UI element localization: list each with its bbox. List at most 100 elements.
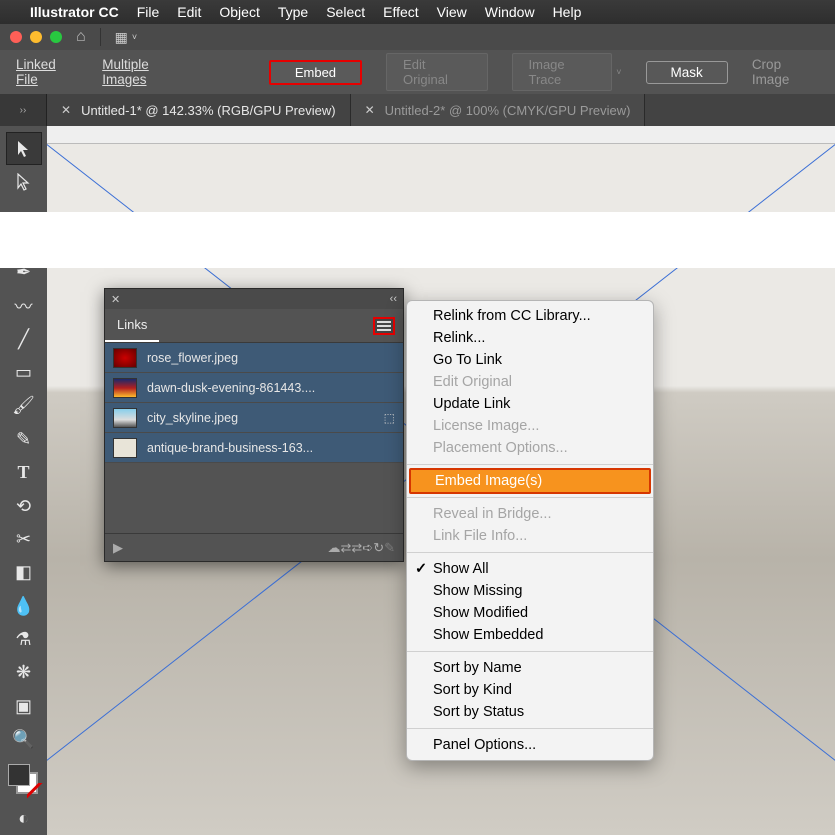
menu-type[interactable]: Type (278, 4, 308, 20)
expand-panels-icon[interactable]: ›› (0, 94, 47, 126)
menu-show-embedded[interactable]: Show Embedded (407, 624, 653, 646)
menu-separator (407, 651, 653, 652)
link-status-icon: ⬚ (384, 411, 395, 425)
menu-placement-options: Placement Options... (407, 437, 653, 459)
eraser-tool-icon[interactable]: ◧ (6, 556, 42, 589)
link-filename: dawn-dusk-evening-861443.... (147, 381, 395, 395)
thumbnail-icon (113, 348, 137, 368)
symbol-sprayer-icon[interactable]: ❋ (6, 656, 42, 689)
menu-relink-cc[interactable]: Relink from CC Library... (407, 305, 653, 327)
eyedropper-tool-icon[interactable]: 💧 (6, 589, 42, 622)
rotate-tool-icon[interactable]: ⟲ (6, 489, 42, 522)
divider (100, 28, 101, 46)
collapse-panel-icon[interactable]: ‹‹ (390, 293, 397, 305)
menu-license-image: License Image... (407, 415, 653, 437)
goto-link-icon[interactable]: ➪ (362, 540, 373, 556)
menu-relink[interactable]: Relink... (407, 327, 653, 349)
menu-sort-status[interactable]: Sort by Status (407, 701, 653, 723)
document-tab-active[interactable]: ✕ Untitled-1* @ 142.33% (RGB/GPU Preview… (47, 94, 351, 126)
menu-sort-kind[interactable]: Sort by Kind (407, 679, 653, 701)
link-row[interactable]: antique-brand-business-163... (105, 433, 403, 463)
update-link-icon[interactable]: ↻ (373, 540, 384, 556)
menu-embed-images[interactable]: Embed Image(s) (409, 468, 651, 494)
line-tool-icon[interactable]: ╱ (6, 322, 42, 355)
tab-label: Untitled-1* @ 142.33% (RGB/GPU Preview) (81, 103, 336, 118)
menu-separator (407, 728, 653, 729)
menu-window[interactable]: Window (485, 4, 535, 20)
link-filename: antique-brand-business-163... (147, 441, 395, 455)
edit-original-button: Edit Original (386, 53, 487, 91)
link-row[interactable]: rose_flower.jpeg (105, 343, 403, 373)
panel-empty-area (105, 463, 403, 533)
home-icon[interactable]: ⌂ (76, 28, 86, 46)
show-details-icon[interactable]: ▶ (113, 540, 123, 556)
crop-image-button: Crop Image (752, 57, 819, 87)
menu-link-file-info: Link File Info... (407, 525, 653, 547)
blend-tool-icon[interactable]: ⚗ (6, 623, 42, 656)
links-tab[interactable]: Links (105, 309, 159, 342)
menu-show-missing[interactable]: Show Missing (407, 580, 653, 602)
app-name[interactable]: Illustrator CC (30, 4, 119, 20)
rectangle-tool-icon[interactable]: ▭ (6, 356, 42, 389)
thumbnail-icon (113, 438, 137, 458)
image-trace-button[interactable]: Image Trace˅ (512, 53, 622, 91)
menu-goto-link[interactable]: Go To Link (407, 349, 653, 371)
panel-footer: ▶ ☁⇄ ⇄ ➪ ↻ ✎ (105, 533, 403, 561)
direct-selection-tool-icon[interactable] (6, 165, 42, 198)
curvature-tool-icon[interactable]: 〰 (6, 289, 42, 322)
mask-button[interactable]: Mask (646, 61, 728, 84)
scissors-tool-icon[interactable]: ✂ (6, 523, 42, 556)
menu-update-link[interactable]: Update Link (407, 393, 653, 415)
panel-menu-icon[interactable] (373, 317, 395, 335)
relink-icon[interactable]: ⇄ (351, 540, 362, 556)
traffic-minimize-icon[interactable] (30, 31, 42, 43)
close-tab-icon[interactable]: ✕ (365, 103, 375, 117)
menu-file[interactable]: File (137, 4, 160, 20)
multiple-images-label[interactable]: Multiple Images (102, 57, 192, 87)
macos-menubar: Illustrator CC File Edit Object Type Sel… (0, 0, 835, 24)
relink-cc-icon[interactable]: ☁⇄ (327, 540, 351, 556)
menu-effect[interactable]: Effect (383, 4, 419, 20)
ruler-horizontal (47, 126, 835, 144)
thumbnail-icon (113, 378, 137, 398)
document-tab-inactive[interactable]: ✕ Untitled-2* @ 100% (CMYK/GPU Preview) (351, 94, 646, 126)
menu-show-modified[interactable]: Show Modified (407, 602, 653, 624)
control-bar: Linked File Multiple Images Embed Edit O… (0, 50, 835, 94)
menu-show-all[interactable]: Show All (407, 558, 653, 580)
menu-separator (407, 552, 653, 553)
menu-edit[interactable]: Edit (177, 4, 201, 20)
thumbnail-icon (113, 408, 137, 428)
links-panel: ✕ ‹‹ Links rose_flower.jpeg dawn-dusk-ev… (104, 288, 404, 562)
close-panel-icon[interactable]: ✕ (111, 293, 120, 306)
linked-file-label[interactable]: Linked File (16, 57, 78, 87)
traffic-zoom-icon[interactable] (50, 31, 62, 43)
type-tool-icon[interactable]: T (6, 456, 42, 489)
pencil-tool-icon[interactable]: ✎ (6, 423, 42, 456)
document-tab-bar: ›› ✕ Untitled-1* @ 142.33% (RGB/GPU Prev… (0, 94, 835, 126)
link-row[interactable]: city_skyline.jpeg ⬚ (105, 403, 403, 433)
menu-view[interactable]: View (437, 4, 467, 20)
traffic-close-icon[interactable] (10, 31, 22, 43)
menu-object[interactable]: Object (219, 4, 259, 20)
menu-panel-options[interactable]: Panel Options... (407, 734, 653, 756)
artboard-tool-icon[interactable]: ▣ (6, 690, 42, 723)
menu-help[interactable]: Help (553, 4, 582, 20)
fill-stroke-swatch[interactable] (6, 762, 42, 801)
menu-edit-original: Edit Original (407, 371, 653, 393)
selection-tool-icon[interactable] (6, 132, 42, 165)
panel-titlebar[interactable]: ✕ ‹‹ (105, 289, 403, 309)
embed-button[interactable]: Embed (269, 60, 362, 85)
menu-select[interactable]: Select (326, 4, 365, 20)
draw-mode-icon[interactable]: ◐ (6, 802, 42, 835)
menu-sort-name[interactable]: Sort by Name (407, 657, 653, 679)
window-chrome: ⌂ ▦ ˅ (0, 24, 835, 50)
panel-flyout-menu: Relink from CC Library... Relink... Go T… (406, 300, 654, 761)
link-filename: city_skyline.jpeg (147, 411, 374, 425)
arrange-documents-icon[interactable]: ▦ ˅ (115, 29, 138, 46)
edit-original-icon[interactable]: ✎ (384, 540, 395, 556)
paintbrush-tool-icon[interactable]: 🖌 (6, 389, 42, 422)
close-tab-icon[interactable]: ✕ (61, 103, 71, 117)
menu-reveal-bridge: Reveal in Bridge... (407, 503, 653, 525)
zoom-tool-icon[interactable]: 🔍 (6, 723, 42, 756)
link-row[interactable]: dawn-dusk-evening-861443.... (105, 373, 403, 403)
